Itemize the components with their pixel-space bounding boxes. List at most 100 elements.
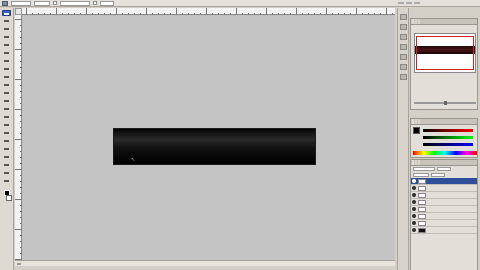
notes-tool-icon[interactable] [2, 154, 11, 160]
paragraph-panel-icon[interactable] [399, 64, 407, 70]
slice-tool-icon[interactable] [2, 50, 11, 56]
layer-row[interactable] [411, 227, 477, 234]
navigator-zoom-knob[interactable] [444, 101, 447, 105]
tool-preset-picker[interactable] [2, 0, 8, 6]
layer-row[interactable] [411, 206, 477, 213]
tab-swatches[interactable] [415, 119, 417, 124]
layer-row[interactable] [411, 178, 477, 185]
tool-presets-panel-icon[interactable] [399, 44, 407, 50]
navigator-view-box[interactable] [416, 36, 474, 70]
actions-panel-icon[interactable] [399, 24, 407, 30]
brush-tool-icon[interactable] [2, 66, 11, 72]
tab-info[interactable] [418, 19, 420, 24]
ruler-tick [20, 223, 22, 224]
opacity-field[interactable] [437, 167, 451, 171]
history-brush-tool-icon[interactable] [2, 82, 11, 88]
visibility-eye-icon[interactable] [412, 207, 416, 211]
eraser-tool-icon[interactable] [2, 90, 11, 96]
blue-slider[interactable] [423, 143, 473, 146]
horizontal-ruler[interactable] [22, 8, 395, 15]
green-slider[interactable] [423, 136, 473, 139]
visibility-eye-icon[interactable] [412, 193, 416, 197]
layer-row[interactable] [411, 220, 477, 227]
visibility-eye-icon[interactable] [412, 221, 416, 225]
character-panel-icon[interactable] [399, 54, 407, 60]
ruler-tick [62, 13, 63, 15]
color-panel-foreground-swatch[interactable] [413, 127, 420, 134]
gradient-tool-icon[interactable] [2, 98, 11, 104]
type-tool-icon[interactable] [2, 130, 11, 136]
options-checkbox-2[interactable] [93, 1, 97, 5]
ruler-origin[interactable] [15, 8, 22, 15]
vertical-ruler[interactable] [15, 15, 22, 260]
ruler-tick [236, 8, 237, 15]
layer-row[interactable] [411, 192, 477, 199]
navigator-zoom-slider[interactable] [414, 101, 476, 105]
clone-source-panel-icon[interactable] [399, 74, 407, 80]
options-field-2[interactable] [34, 0, 50, 6]
options-field-1[interactable] [11, 0, 31, 6]
dodge-tool-icon[interactable] [2, 114, 11, 120]
crop-tool-icon[interactable] [2, 42, 11, 48]
pen-tool-icon[interactable] [2, 138, 11, 144]
ruler-tick [326, 8, 327, 15]
ruler-tick [20, 85, 22, 86]
tab-navigator[interactable] [412, 19, 414, 24]
navigator-thumbnail[interactable] [414, 33, 476, 73]
visibility-eye-icon[interactable] [412, 214, 416, 218]
workspace-tab-2[interactable] [406, 2, 412, 4]
ruler-tick [15, 139, 22, 140]
ruler-tick [20, 175, 22, 176]
brushes-panel-icon[interactable] [399, 34, 407, 40]
options-checkbox-1[interactable] [53, 1, 57, 5]
ruler-tick [314, 13, 315, 15]
tab-channels[interactable] [415, 160, 417, 165]
tab-styles[interactable] [418, 119, 420, 124]
tab-color[interactable] [412, 119, 414, 124]
lock-options[interactable] [413, 173, 429, 177]
tab-histogram[interactable] [415, 19, 417, 24]
marquee-tool-icon[interactable] [2, 18, 11, 24]
fill-field[interactable] [431, 173, 445, 177]
shape-tool-icon[interactable] [2, 146, 11, 152]
history-panel-icon[interactable] [399, 14, 407, 20]
ruler-tick [218, 13, 219, 15]
workspace-tab-3[interactable] [414, 2, 420, 4]
clone-stamp-tool-icon[interactable] [2, 74, 11, 80]
visibility-eye-icon[interactable] [412, 179, 416, 183]
options-field-3[interactable] [60, 0, 90, 6]
zoom-tool-icon[interactable] [2, 178, 11, 184]
options-field-4[interactable] [100, 0, 114, 6]
tab-paths[interactable] [418, 160, 420, 165]
black-gradient-bar-shape[interactable] [114, 129, 315, 164]
hand-tool-icon[interactable] [2, 170, 11, 176]
layer-row[interactable] [411, 199, 477, 206]
blend-mode-select[interactable] [413, 167, 435, 171]
zoom-level-field[interactable] [17, 262, 21, 265]
visibility-eye-icon[interactable] [412, 228, 416, 232]
eyedropper-tool-icon[interactable] [2, 162, 11, 168]
layer-thumbnail [418, 178, 426, 184]
collapsed-panel-strip [397, 8, 409, 270]
magic-wand-tool-icon[interactable] [2, 34, 11, 40]
layers-panel [410, 159, 478, 270]
path-selection-tool-icon[interactable] [2, 122, 11, 128]
tab-layers[interactable] [412, 160, 414, 165]
canvas-area[interactable]: ↖ [23, 16, 395, 260]
ruler-tick [344, 13, 345, 15]
lasso-tool-icon[interactable] [2, 26, 11, 32]
red-slider[interactable] [423, 129, 473, 132]
layer-row[interactable] [411, 185, 477, 192]
healing-brush-tool-icon[interactable] [2, 58, 11, 64]
layer-row[interactable] [411, 213, 477, 220]
workspace-tab-1[interactable] [398, 2, 404, 4]
options-right-tabs [398, 2, 480, 4]
ruler-tick [20, 37, 22, 38]
visibility-eye-icon[interactable] [412, 186, 416, 190]
move-tool-icon[interactable] [2, 10, 11, 16]
visibility-eye-icon[interactable] [412, 200, 416, 204]
blur-tool-icon[interactable] [2, 106, 11, 112]
ruler-tick [104, 13, 105, 15]
background-color-swatch[interactable] [6, 195, 12, 201]
color-spectrum-bar[interactable] [413, 151, 477, 155]
